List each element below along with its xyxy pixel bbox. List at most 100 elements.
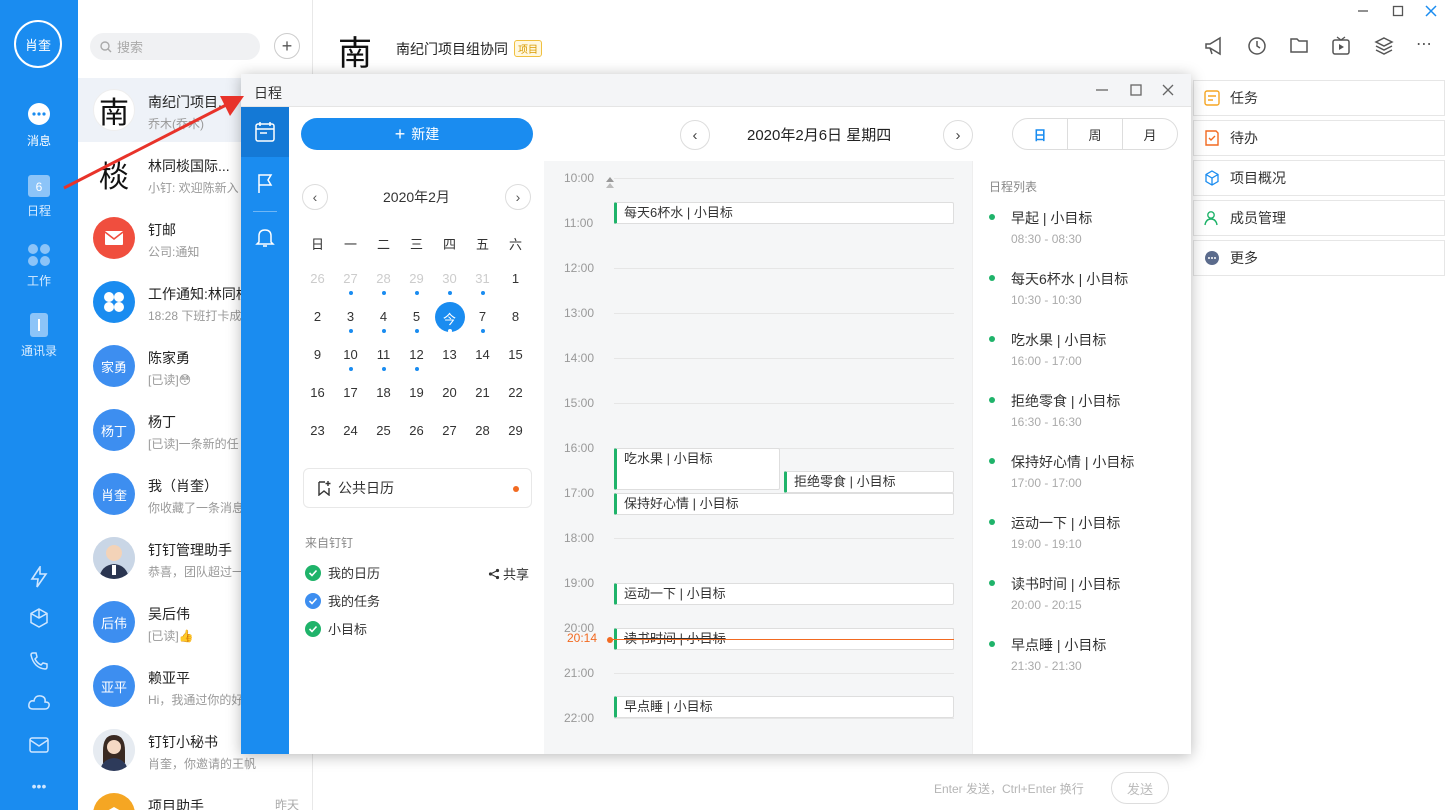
day-cell[interactable]: 29	[400, 271, 433, 295]
day-cell[interactable]: 2	[301, 309, 334, 324]
send-button[interactable]: 发送	[1111, 772, 1169, 804]
calendar-maximize-button[interactable]	[1130, 82, 1142, 99]
day-cell[interactable]: 28	[466, 423, 499, 438]
timeline-event[interactable]: 保持好心情 | 小目标	[614, 493, 954, 515]
day-cell[interactable]: 31	[466, 271, 499, 295]
day-cell[interactable]: 29	[499, 423, 532, 438]
day-cell[interactable]: 27	[334, 271, 367, 295]
clock-icon[interactable]	[1247, 36, 1267, 59]
view-day-tab[interactable]: 日	[1013, 119, 1068, 149]
list-item[interactable]: 项目助手 昨天	[78, 782, 313, 810]
calendar-toggle-my-calendar[interactable]: 我的日历	[305, 563, 380, 582]
close-button[interactable]	[1425, 4, 1437, 20]
panel-item-members[interactable]: 成员管理	[1193, 200, 1445, 236]
panel-item-more[interactable]: 更多	[1193, 240, 1445, 276]
cloud-icon[interactable]	[0, 692, 78, 712]
chat-preview: 肖奎，你邀请的王帆	[148, 757, 257, 771]
mail-icon	[93, 217, 135, 259]
day-cell[interactable]: 14	[466, 347, 499, 362]
calendar-minimize-button[interactable]	[1096, 82, 1108, 99]
day-cell[interactable]: 20	[433, 385, 466, 400]
day-cell[interactable]: 26	[301, 271, 334, 286]
day-cell[interactable]: 24	[334, 423, 367, 438]
timeline-event[interactable]: 早点睡 | 小目标	[614, 696, 954, 718]
more-dots-icon[interactable]: •••	[0, 778, 78, 794]
rail-contacts[interactable]: 通讯录	[0, 312, 78, 359]
day-cell[interactable]: 8	[499, 309, 532, 324]
panel-item-tasks[interactable]: 任务	[1193, 80, 1445, 116]
rail-label: 工作	[26, 274, 51, 288]
search-input[interactable]: 搜索	[90, 33, 260, 60]
hour-label: 10:00	[564, 171, 595, 185]
day-cell[interactable]: 25	[367, 423, 400, 438]
folder-icon[interactable]	[1289, 36, 1309, 57]
hour-label: 14:00	[564, 351, 595, 365]
calendar-toggle-my-tasks[interactable]: 我的任务	[305, 591, 380, 610]
timeline-event[interactable]: 吃水果 | 小目标	[614, 448, 780, 490]
day-cell[interactable]: 16	[301, 385, 334, 400]
calendar-close-button[interactable]	[1162, 82, 1174, 99]
megaphone-icon[interactable]	[1204, 36, 1226, 59]
project-badge: 项目	[514, 40, 542, 57]
schedule-item-time: 10:30 - 10:30	[1011, 293, 1082, 307]
scroll-up-icon[interactable]	[605, 177, 615, 192]
bell-icon[interactable]	[254, 226, 276, 248]
day-cell[interactable]: 4	[367, 309, 400, 333]
minimize-button[interactable]	[1357, 4, 1369, 20]
panel-item-todo[interactable]: 待办	[1193, 120, 1445, 156]
day-cell[interactable]: 7	[466, 309, 499, 333]
day-timeline[interactable]: 10:00 11:00 12:00 13:00 14:00 15:00 16:00 17:00…	[544, 161, 972, 754]
status-dot	[989, 580, 995, 586]
chat-preview: 恭喜，团队超过一	[148, 565, 245, 579]
timeline-event[interactable]: 拒绝零食 | 小目标	[784, 471, 954, 493]
day-cell[interactable]: 9	[301, 347, 334, 362]
day-cell[interactable]: 23	[301, 423, 334, 438]
layers-icon[interactable]	[1374, 36, 1394, 59]
add-button[interactable]: +	[274, 33, 300, 59]
day-cell[interactable]: 3	[334, 309, 367, 333]
day-cell-today[interactable]: 今	[433, 309, 466, 333]
prev-day-button[interactable]: ‹	[680, 120, 710, 150]
avatar: 后伟	[93, 601, 135, 643]
view-month-tab[interactable]: 月	[1123, 119, 1177, 149]
day-cell[interactable]: 15	[499, 347, 532, 362]
cube-icon[interactable]	[0, 607, 78, 629]
day-cell[interactable]: 27	[433, 423, 466, 438]
day-cell[interactable]: 1	[499, 271, 532, 286]
rail-label: 消息	[26, 134, 51, 148]
hour-label: 22:00	[564, 711, 595, 725]
lightning-icon[interactable]	[0, 566, 78, 588]
timeline-event[interactable]: 运动一下 | 小目标	[614, 583, 954, 605]
day-cell[interactable]: 17	[334, 385, 367, 400]
day-cell[interactable]: 12	[400, 347, 433, 371]
mail-icon[interactable]	[0, 736, 78, 754]
live-icon[interactable]	[1331, 36, 1351, 59]
phone-icon[interactable]	[0, 650, 78, 672]
rail-work[interactable]: 工作	[0, 242, 78, 289]
share-button[interactable]: 共享	[488, 564, 529, 583]
maximize-button[interactable]	[1392, 4, 1404, 20]
next-month-button[interactable]: ›	[505, 184, 531, 210]
day-cell[interactable]: 21	[466, 385, 499, 400]
day-cell[interactable]: 19	[400, 385, 433, 400]
day-cell[interactable]: 11	[367, 347, 400, 371]
user-avatar[interactable]: 肖奎	[14, 20, 62, 68]
next-day-button[interactable]: ›	[943, 120, 973, 150]
day-cell[interactable]: 22	[499, 385, 532, 400]
timeline-event[interactable]: 每天6杯水 | 小目标	[614, 202, 954, 224]
day-cell[interactable]: 26	[400, 423, 433, 438]
day-cell[interactable]: 18	[367, 385, 400, 400]
section-label: 来自钉钉	[305, 536, 354, 550]
day-cell[interactable]: 5	[400, 309, 433, 333]
view-week-tab[interactable]: 周	[1068, 119, 1123, 149]
day-cell[interactable]: 13	[433, 347, 466, 362]
panel-item-project-overview[interactable]: 项目概况	[1193, 160, 1445, 196]
prev-month-button[interactable]: ‹	[302, 184, 328, 210]
day-cell[interactable]: 28	[367, 271, 400, 295]
more-icon[interactable]: ⋯	[1416, 34, 1432, 54]
calendar-toggle-small-goals[interactable]: 小目标	[305, 619, 367, 638]
day-cell[interactable]: 30	[433, 271, 466, 295]
new-event-button[interactable]: + 新建	[301, 118, 533, 150]
day-cell[interactable]: 10	[334, 347, 367, 371]
public-calendar-button[interactable]: 公共日历	[303, 468, 532, 508]
